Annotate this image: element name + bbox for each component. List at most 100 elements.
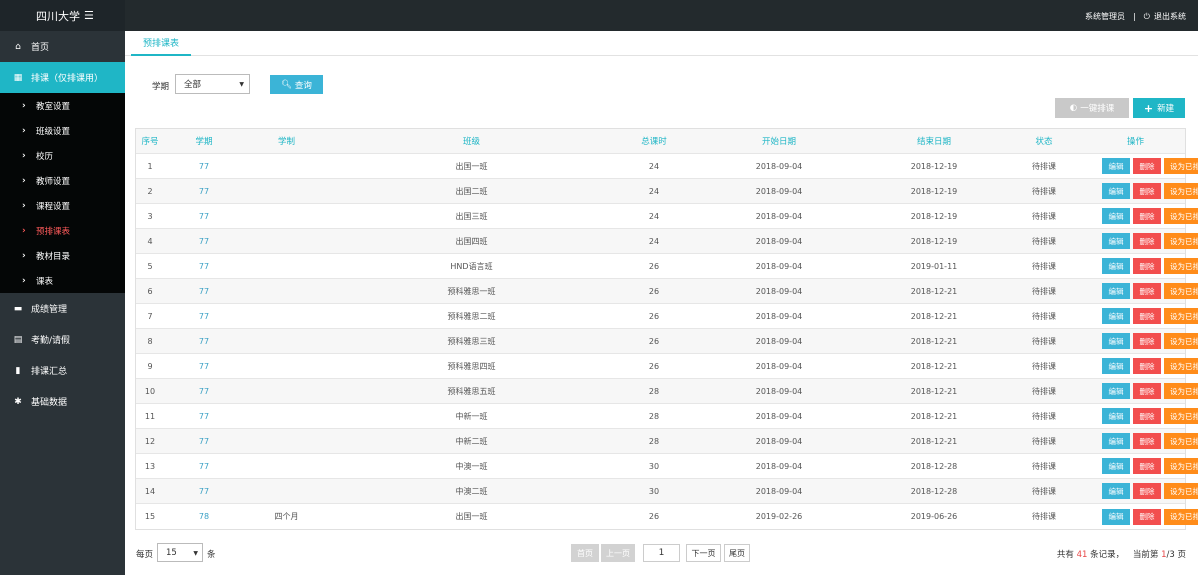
set-scheduled-button[interactable]: 设为已排 [1164,358,1198,374]
cell-class: 出国二班 [455,186,488,196]
sidebar-subitem[interactable]: › 教材目录 [0,243,125,268]
menu-icon[interactable]: ☰ [84,9,94,22]
delete-button[interactable]: 删除 [1133,208,1161,224]
delete-button[interactable]: 删除 [1133,258,1161,274]
delete-button[interactable]: 删除 [1133,358,1161,374]
cell-hours: 28 [648,436,660,446]
term-link[interactable]: 77 [199,187,209,196]
term-link[interactable]: 77 [199,362,209,371]
edit-button[interactable]: 编辑 [1102,458,1130,474]
sidebar-subitem[interactable]: › 预排课表 [0,218,125,243]
set-scheduled-button[interactable]: 设为已排 [1164,433,1198,449]
cell-ops: 编辑删除设为已排锁定结果 [1084,433,1198,449]
sidebar-subitem[interactable]: › 教室设置 [0,93,125,118]
sidebar-subitem[interactable]: › 教师设置 [0,168,125,193]
term-select[interactable]: 全部 ▼ [175,74,250,94]
term-link[interactable]: 77 [199,162,209,171]
cell-end-date: 2018-12-21 [910,336,958,346]
edit-button[interactable]: 编辑 [1102,408,1130,424]
term-link[interactable]: 77 [199,212,209,221]
sidebar-item[interactable]: ▤ 考勤/请假 [0,324,125,355]
term-link[interactable]: 78 [199,512,209,521]
first-page-button[interactable]: 首页 [571,544,599,562]
cell-no: 1 [147,161,153,171]
cell-hours: 24 [648,211,660,221]
set-scheduled-button[interactable]: 设为已排 [1164,308,1198,324]
term-link[interactable]: 77 [199,487,209,496]
sidebar-subitem[interactable]: › 校历 [0,143,125,168]
edit-button[interactable]: 编辑 [1102,283,1130,299]
next-page-button[interactable]: 下一页 [686,544,721,562]
edit-button[interactable]: 编辑 [1102,233,1130,249]
sidebar-item[interactable]: ▮ 排课汇总 [0,355,125,386]
term-link[interactable]: 77 [199,287,209,296]
current-user[interactable]: 系统管理员 [1085,11,1125,22]
tab-preschedule[interactable]: 预排课表 [131,31,191,56]
sidebar-subitem[interactable]: › 班级设置 [0,118,125,143]
term-link[interactable]: 77 [199,412,209,421]
delete-button[interactable]: 删除 [1133,158,1161,174]
sidebar-item-home[interactable]: ⌂ 首页 [0,31,125,62]
prev-page-button[interactable]: 上一页 [601,544,635,562]
edit-button[interactable]: 编辑 [1102,308,1130,324]
set-scheduled-button[interactable]: 设为已排 [1164,183,1198,199]
edit-button[interactable]: 编辑 [1102,183,1130,199]
term-link[interactable]: 77 [199,312,209,321]
edit-button[interactable]: 编辑 [1102,208,1130,224]
set-scheduled-button[interactable]: 设为已排 [1164,208,1198,224]
set-scheduled-button[interactable]: 设为已排 [1164,283,1198,299]
edit-button[interactable]: 编辑 [1102,158,1130,174]
set-scheduled-button[interactable]: 设为已排 [1164,233,1198,249]
sidebar-subitem[interactable]: › 课表 [0,268,125,293]
term-link[interactable]: 77 [199,337,209,346]
new-button[interactable]: + 新建 [1133,98,1185,118]
sidebar-item-scheduling[interactable]: ▦ 排课（仅排课用） [0,62,125,93]
delete-button[interactable]: 删除 [1133,433,1161,449]
set-scheduled-button[interactable]: 设为已排 [1164,383,1198,399]
edit-button[interactable]: 编辑 [1102,358,1130,374]
delete-button[interactable]: 删除 [1133,283,1161,299]
cell-ops: 编辑删除设为已排锁定结果 [1084,333,1198,349]
cell-no: 8 [147,336,153,346]
delete-button[interactable]: 删除 [1133,183,1161,199]
set-scheduled-button[interactable]: 设为已排 [1164,333,1198,349]
sidebar-subitem[interactable]: › 课程设置 [0,193,125,218]
cell-hours: 28 [648,411,660,421]
logout-link[interactable]: 退出系统 [1154,11,1186,22]
edit-button[interactable]: 编辑 [1102,433,1130,449]
header-separator: | [1132,12,1136,21]
edit-button[interactable]: 编辑 [1102,258,1130,274]
delete-button[interactable]: 删除 [1133,333,1161,349]
per-page-select[interactable]: 15 ▼ [157,543,203,562]
term-link[interactable]: 77 [199,387,209,396]
set-scheduled-button[interactable]: 设为已排 [1164,458,1198,474]
sidebar-item[interactable]: ▬ 成绩管理 [0,293,125,324]
term-link[interactable]: 77 [199,262,209,271]
page-number-input[interactable]: 1 [643,544,680,562]
set-scheduled-button[interactable]: 设为已排 [1164,408,1198,424]
set-scheduled-button[interactable]: 设为已排 [1164,483,1198,499]
term-link[interactable]: 77 [199,237,209,246]
last-page-button[interactable]: 尾页 [724,544,750,562]
auto-schedule-button[interactable]: ◐ 一键排课 [1055,98,1129,118]
query-button[interactable]: 🔍︎ 查询 [270,75,323,94]
record-summary: 共有 41 条记录， 当前第 1/3 页 [1057,548,1186,560]
delete-button[interactable]: 删除 [1133,383,1161,399]
delete-button[interactable]: 删除 [1133,308,1161,324]
delete-button[interactable]: 删除 [1133,408,1161,424]
set-scheduled-button[interactable]: 设为已排 [1164,158,1198,174]
term-link[interactable]: 77 [199,437,209,446]
set-scheduled-button[interactable]: 设为已排 [1164,258,1198,274]
edit-button[interactable]: 编辑 [1102,333,1130,349]
edit-button[interactable]: 编辑 [1102,483,1130,499]
delete-button[interactable]: 删除 [1133,233,1161,249]
table-row: 12 77 中新二班 28 2018-09-04 2018-12-21 待排课 编辑 删除 设为已… [136,429,1198,454]
sidebar-item[interactable]: ✱ 基础数据 [0,386,125,417]
edit-button[interactable]: 编辑 [1102,383,1130,399]
edit-button[interactable]: 编辑 [1102,508,1130,525]
set-scheduled-button[interactable]: 设为已排 [1164,508,1198,525]
delete-button[interactable]: 删除 [1133,458,1161,474]
delete-button[interactable]: 删除 [1133,508,1161,525]
term-link[interactable]: 77 [199,462,209,471]
delete-button[interactable]: 删除 [1133,483,1161,499]
